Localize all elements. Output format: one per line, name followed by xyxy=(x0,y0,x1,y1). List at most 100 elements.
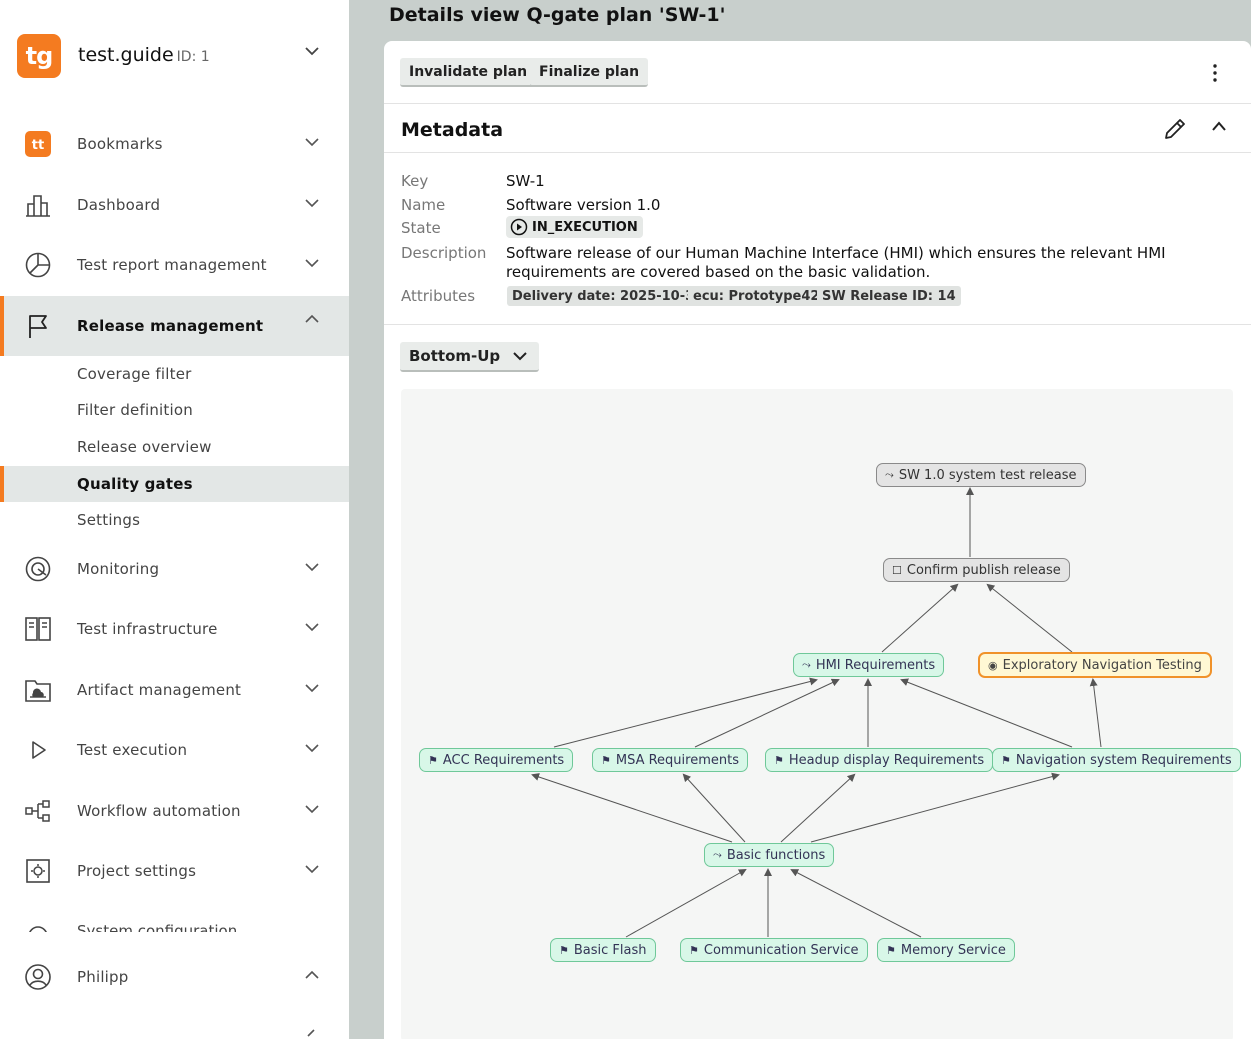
nav-test-infrastructure[interactable]: Test infrastructure xyxy=(0,604,349,654)
flag-icon: ⚑ xyxy=(601,753,611,767)
state-badge: IN_EXECUTION xyxy=(506,216,643,238)
graph-node-release[interactable]: ⤳ SW 1.0 system test release xyxy=(876,463,1086,487)
server-rack-icon xyxy=(24,615,52,643)
play-circle-icon xyxy=(510,218,528,236)
svg-text:tt: tt xyxy=(32,138,44,153)
flag-icon: ⚑ xyxy=(559,943,569,957)
sub-quality-gates[interactable]: Quality gates xyxy=(0,466,349,502)
link-icon: ⤳ xyxy=(802,658,811,671)
nav-test-report[interactable]: Test report management xyxy=(0,240,349,290)
bar-chart-icon xyxy=(24,191,52,219)
attribute-chip: Delivery date: 2025-10-31 xyxy=(507,286,709,306)
page-title: Details view Q-gate plan 'SW-1' xyxy=(389,4,726,26)
sub-release-overview[interactable]: Release overview xyxy=(0,429,349,465)
chevron-down-icon xyxy=(305,199,319,208)
divider xyxy=(384,324,1251,325)
graph-edge xyxy=(682,773,746,843)
nav-monitoring[interactable]: Monitoring xyxy=(0,544,349,594)
sub-filter-definition[interactable]: Filter definition xyxy=(0,392,349,428)
chevron-down-icon xyxy=(305,865,319,874)
project-id: ID: 1 xyxy=(176,49,210,65)
project-selector[interactable]: tg test.guide ID: 1 xyxy=(17,34,337,80)
nav-system-configuration[interactable]: System configuration xyxy=(0,912,349,932)
settings-gear-icon xyxy=(24,857,52,885)
artifact-folder-icon xyxy=(24,676,52,704)
chevron-down-icon xyxy=(305,563,319,572)
finalize-plan-button[interactable]: Finalize plan xyxy=(530,58,649,87)
flag-icon: ⚑ xyxy=(774,753,784,767)
sub-coverage-filter[interactable]: Coverage filter xyxy=(0,356,349,392)
chevron-down-icon[interactable] xyxy=(305,46,319,56)
sub-settings[interactable]: Settings xyxy=(0,502,349,538)
graph-node-navigation[interactable]: ⚑ Navigation system Requirements xyxy=(992,748,1241,772)
graph-edge xyxy=(531,773,733,843)
flag-icon: ⚑ xyxy=(1001,753,1011,767)
nav-user-profile[interactable]: Philipp xyxy=(0,952,349,1002)
flag-icon xyxy=(24,312,52,340)
flag-icon: ⚑ xyxy=(428,753,438,767)
graph-node-acc[interactable]: ⚑ ACC Requirements xyxy=(419,748,574,772)
pie-report-icon xyxy=(24,251,52,279)
checkbox-icon: ☐ xyxy=(892,563,902,577)
link-icon: ⤳ xyxy=(885,468,894,481)
target-icon: ◉ xyxy=(988,658,998,672)
chevron-down-icon xyxy=(305,259,319,268)
chevron-down-icon xyxy=(305,805,319,814)
chevron-down-icon xyxy=(305,138,319,147)
user-avatar-icon xyxy=(24,963,52,991)
graph-node-headup[interactable]: ⚑ Headup display Requirements xyxy=(765,748,994,772)
view-mode-select[interactable]: Bottom-Up xyxy=(400,342,539,372)
metadata-title: Metadata xyxy=(401,119,504,141)
chevron-up-icon xyxy=(305,314,319,323)
graph-edge xyxy=(1089,678,1102,748)
nav-artifact-management[interactable]: Artifact management xyxy=(0,665,349,715)
graph-edge xyxy=(810,772,1060,843)
graph-node-confirm[interactable]: ☐ Confirm publish release xyxy=(883,558,1070,582)
edit-pencil-icon[interactable] xyxy=(1162,116,1188,142)
nav-bookmarks[interactable]: tt Bookmarks xyxy=(0,119,349,169)
graph-node-exploratory[interactable]: ◉ Exploratory Navigation Testing xyxy=(978,652,1212,678)
nav-dashboard[interactable]: Dashboard xyxy=(0,180,349,230)
chevron-down-icon xyxy=(305,744,319,753)
workflow-icon xyxy=(24,797,52,825)
graph-node-hmi[interactable]: ⤳ HMI Requirements xyxy=(793,653,945,677)
attribute-chip: SW Release ID: 14 xyxy=(817,286,961,306)
graph-edge xyxy=(986,583,1073,653)
nav-project-settings[interactable]: Project settings xyxy=(0,846,349,896)
qgate-graph[interactable]: ⤳ SW 1.0 system test release ☐ Confirm pub… xyxy=(401,389,1241,1039)
cog-icon xyxy=(29,926,47,932)
graph-node-basic-functions[interactable]: ⤳ Basic functions xyxy=(704,843,835,867)
graph-edge xyxy=(694,678,840,748)
project-name: test.guide ID: 1 xyxy=(78,44,210,66)
flag-icon: ⚑ xyxy=(886,943,896,957)
nav-workflow-automation[interactable]: Workflow automation xyxy=(0,786,349,836)
graph-edge xyxy=(780,773,856,843)
nav-release-management[interactable]: Release management xyxy=(0,296,349,356)
graph-edge xyxy=(881,583,959,653)
graph-edge xyxy=(790,869,922,938)
action-toolbar: Invalidate plan Finalize plan xyxy=(384,41,1251,104)
collapse-sidebar-icon[interactable] xyxy=(304,1029,316,1039)
chevron-up-icon xyxy=(305,970,319,979)
attribute-chip: ecu: Prototype42 xyxy=(688,286,825,306)
link-icon: ⤳ xyxy=(713,848,722,861)
graph-node-memory[interactable]: ⚑ Memory Service xyxy=(877,938,1015,962)
flag-icon: ⚑ xyxy=(689,943,699,957)
graph-edge xyxy=(553,677,818,748)
invalidate-plan-button[interactable]: Invalidate plan xyxy=(400,58,537,87)
bookmarks-icon: tt xyxy=(24,130,52,158)
details-card: Invalidate plan Finalize plan Metadata K… xyxy=(384,41,1251,1039)
play-icon xyxy=(24,736,52,764)
chevron-down-icon xyxy=(305,623,319,632)
metadata-header: Metadata xyxy=(384,105,1251,153)
nav-test-execution[interactable]: Test execution xyxy=(0,725,349,775)
graph-edge xyxy=(625,869,747,938)
graph-node-communication[interactable]: ⚑ Communication Service xyxy=(680,938,868,962)
monitoring-icon xyxy=(24,555,52,583)
chevron-up-icon[interactable] xyxy=(1211,120,1227,132)
more-options-icon[interactable] xyxy=(1209,61,1221,85)
graph-edge xyxy=(900,678,1073,748)
graph-node-basic-flash[interactable]: ⚑ Basic Flash xyxy=(550,938,656,962)
chevron-down-icon xyxy=(513,352,527,361)
graph-node-msa[interactable]: ⚑ MSA Requirements xyxy=(592,748,748,772)
